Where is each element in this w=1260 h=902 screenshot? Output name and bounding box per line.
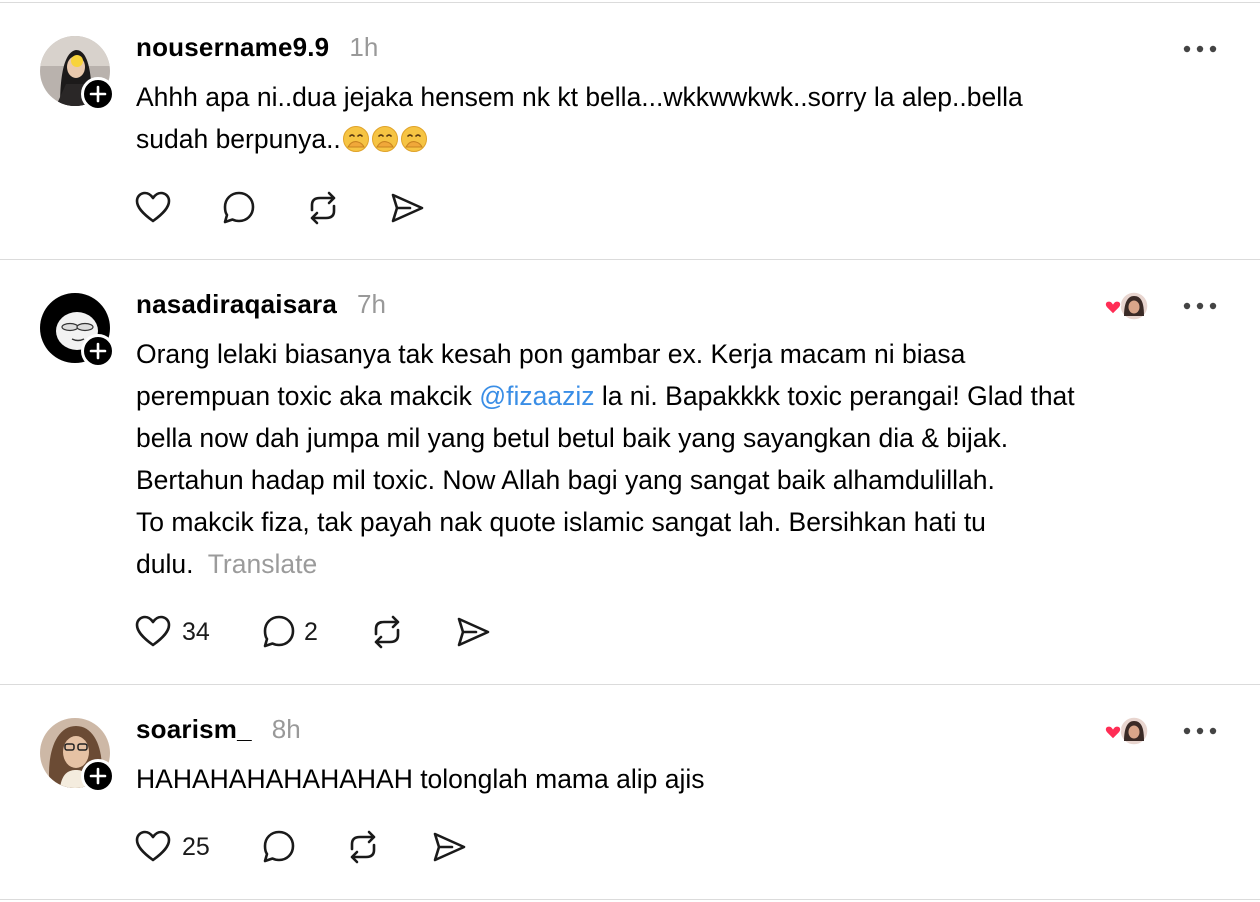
plus-icon [89, 85, 107, 103]
hand-over-mouth-emoji [371, 123, 399, 165]
share-button[interactable] [454, 612, 492, 652]
hand-over-mouth-emoji [342, 123, 370, 165]
text-line: perempuan toxic aka makcik [136, 381, 480, 411]
reply-post[interactable]: nousername9.9 1h Ahhh apa ni..dua jejaka… [0, 0, 1260, 258]
repost-icon [350, 830, 376, 864]
heart-icon [135, 830, 171, 862]
more-options-button[interactable] [1182, 725, 1218, 737]
liked-by-author-badge [1102, 290, 1150, 324]
more-horizontal-icon [1183, 45, 1217, 53]
post-header: nasadiraqaisara 7h [136, 289, 386, 323]
post-header: soarism_ 8h [136, 714, 301, 748]
follow-button[interactable] [81, 334, 115, 368]
divider [0, 899, 1260, 900]
post-text: Ahhh apa ni..dua jejaka hensem nk kt bel… [136, 76, 1236, 165]
hand-over-mouth-emoji [400, 123, 428, 165]
post-text: Orang lelaki biasanya tak kesah pon gamb… [136, 333, 1236, 585]
plus-icon [89, 342, 107, 360]
username[interactable]: nousername9.9 [136, 32, 329, 63]
follow-button[interactable] [81, 759, 115, 793]
text-line: dulu. [136, 549, 194, 579]
repost-button[interactable] [304, 188, 342, 228]
share-button[interactable] [430, 827, 468, 867]
comment-bubble-icon [263, 830, 295, 863]
heart-icon [135, 191, 171, 223]
text-line: Bertahun hadap mil toxic. Now Allah bagi… [136, 465, 995, 495]
like-count: 34 [182, 617, 210, 646]
more-horizontal-icon [1183, 727, 1217, 735]
heart-icon [135, 615, 171, 647]
like-button[interactable] [134, 188, 172, 228]
comment-bubble-icon [263, 615, 295, 648]
post-header: nousername9.9 1h [136, 32, 378, 66]
reply-count: 2 [304, 617, 318, 646]
send-icon [457, 617, 490, 647]
username[interactable]: nasadiraqaisara [136, 289, 337, 320]
send-icon [433, 832, 466, 862]
send-icon [391, 193, 424, 223]
mention-link[interactable]: @fizaaziz [479, 381, 594, 411]
reply-button[interactable] [220, 188, 258, 228]
more-options-button[interactable] [1182, 43, 1218, 55]
text-line: Orang lelaki biasanya tak kesah pon gamb… [136, 339, 966, 369]
action-bar: 34 2 [134, 612, 514, 652]
liked-by-author-badge [1102, 715, 1150, 749]
like-button[interactable]: 34 [134, 612, 210, 652]
repost-button[interactable] [344, 827, 382, 867]
text-line: Ahhh apa ni..dua jejaka hensem nk kt bel… [136, 82, 1023, 112]
reply-button[interactable] [260, 827, 298, 867]
text-line: To makcik fiza, tak payah nak quote isla… [136, 507, 986, 537]
comment-bubble-icon [223, 191, 255, 224]
heart-badge-icon [1104, 300, 1122, 315]
timestamp: 1h [349, 32, 379, 62]
repost-icon [310, 191, 336, 225]
repost-icon [374, 615, 400, 649]
reply-post[interactable]: soarism_ 8h HAHAHAHAHAHAHAH tolonglah ma… [0, 685, 1260, 900]
timestamp: 8h [271, 714, 301, 744]
text-line: bella now dah jumpa mil yang betul betul… [136, 423, 1009, 453]
timestamp: 7h [357, 289, 386, 319]
post-text: HAHAHAHAHAHAHAH tolonglah mama alip ajis [136, 764, 705, 794]
repost-button[interactable] [368, 612, 406, 652]
heart-badge-icon [1104, 725, 1122, 740]
action-bar [134, 188, 434, 228]
username[interactable]: soarism_ [136, 714, 252, 745]
plus-icon [89, 767, 107, 785]
translate-link[interactable]: Translate [208, 549, 317, 579]
follow-button[interactable] [81, 77, 115, 111]
action-bar: 25 [134, 827, 474, 867]
share-button[interactable] [388, 188, 426, 228]
like-button[interactable]: 25 [134, 827, 210, 867]
reply-button[interactable]: 2 [260, 612, 318, 652]
more-horizontal-icon [1183, 302, 1217, 310]
like-count: 25 [182, 832, 210, 861]
replies-feed: nousername9.9 1h Ahhh apa ni..dua jejaka… [0, 0, 1260, 902]
reply-post[interactable]: nasadiraqaisara 7h Orang lelaki biasanya… [0, 260, 1260, 684]
text-line: la ni. Bapakkkk toxic perangai! Glad tha… [594, 381, 1075, 411]
more-options-button[interactable] [1182, 300, 1218, 312]
text-line: sudah berpunya.. [136, 124, 341, 154]
